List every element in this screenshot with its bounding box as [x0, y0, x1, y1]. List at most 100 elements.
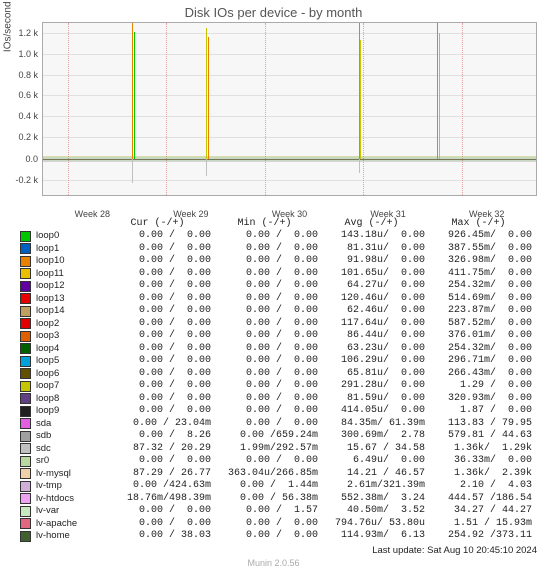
val-max: 1.87 / 0.00: [425, 405, 532, 418]
val-min: 0.00 / 0.00: [211, 268, 318, 281]
val-cur: 0.00 / 0.00: [104, 318, 211, 331]
val-max: 587.52m/ 0.00: [425, 318, 532, 331]
legend-row: loop50.00 / 0.000.00 / 0.00106.29u/ 0.00…: [20, 355, 547, 368]
legend-swatch: [20, 268, 31, 279]
legend-swatch: [20, 243, 31, 254]
val-avg: 15.67 / 34.58: [318, 443, 425, 456]
legend-row: loop90.00 / 0.000.00 / 0.00414.05u/ 0.00…: [20, 405, 547, 418]
val-min: 0.00 / 56.38m: [211, 493, 318, 506]
val-max: 223.87m/ 0.00: [425, 305, 532, 318]
val-cur: 0.00 / 0.00: [104, 368, 211, 381]
legend-row: loop10.00 / 0.000.00 / 0.0081.31u/ 0.003…: [20, 243, 547, 256]
val-min: 1.99m/292.57m: [211, 443, 318, 456]
legend-swatch: [20, 518, 31, 529]
legend-row: loop20.00 / 0.000.00 / 0.00117.64u/ 0.00…: [20, 318, 547, 331]
val-min: 0.00 / 0.00: [211, 293, 318, 306]
val-max: 1.29 / 0.00: [425, 380, 532, 393]
val-max: 254.92 /373.11: [425, 530, 532, 543]
val-cur: 0.00 / 0.00: [104, 343, 211, 356]
legend-name: sr0: [36, 455, 104, 468]
legend-name: lv-apache: [36, 518, 104, 531]
val-min: 0.00 / 0.00: [211, 405, 318, 418]
val-max: 376.01m/ 0.00: [425, 330, 532, 343]
legend-swatch: [20, 381, 31, 392]
x-tick: Week 29: [173, 209, 208, 219]
legend-name: loop4: [36, 343, 104, 356]
val-min: 0.00 / 0.00: [211, 418, 318, 431]
val-max: 514.69m/ 0.00: [425, 293, 532, 306]
val-avg: 414.05u/ 0.00: [318, 405, 425, 418]
legend-name: loop13: [36, 293, 104, 306]
val-avg: 143.18u/ 0.00: [318, 230, 425, 243]
plot-area: 1.2 k1.0 k0.8 k0.6 k0.4 k0.2 k0.0-0.2 k: [42, 22, 537, 196]
legend-name: loop1: [36, 243, 104, 256]
val-avg: 65.81u/ 0.00: [318, 368, 425, 381]
val-avg: 300.69m/ 2.78: [318, 430, 425, 443]
y-axis-ticks: 1.2 k1.0 k0.8 k0.6 k0.4 k0.2 k0.0-0.2 k: [5, 23, 40, 195]
legend-header: Cur (-/+) Min (-/+) Avg (-/+) Max (-/+): [20, 218, 547, 229]
munin-graph: Disk IOs per device - by month IOs/secon…: [0, 0, 547, 563]
legend-row: loop30.00 / 0.000.00 / 0.0086.44u/ 0.003…: [20, 330, 547, 343]
legend-swatch: [20, 331, 31, 342]
legend-swatch: [20, 481, 31, 492]
val-cur: 0.00 /424.63m: [104, 480, 211, 493]
legend-name: lv-mysql: [36, 468, 104, 481]
legend-name: loop12: [36, 280, 104, 293]
y-tick: 0.2 k: [18, 132, 38, 142]
legend-table: Cur (-/+) Min (-/+) Avg (-/+) Max (-/+) …: [20, 218, 547, 543]
val-cur: 0.00 / 8.26: [104, 430, 211, 443]
val-max: 34.27 / 44.27: [425, 505, 532, 518]
legend-name: loop8: [36, 393, 104, 406]
legend-row: loop00.00 / 0.000.00 / 0.00143.18u/ 0.00…: [20, 230, 547, 243]
hdr-cur: Cur (-/+): [104, 218, 211, 229]
val-avg: 101.65u/ 0.00: [318, 268, 425, 281]
val-cur: 0.00 / 0.00: [104, 243, 211, 256]
legend-row: sdc87.32 / 20.291.99m/292.57m15.67 / 34.…: [20, 443, 547, 456]
val-max: 387.55m/ 0.00: [425, 243, 532, 256]
val-max: 254.32m/ 0.00: [425, 343, 532, 356]
legend-row: lv-mysql87.29 / 26.77363.04u/266.85m14.2…: [20, 468, 547, 481]
legend-name: loop6: [36, 368, 104, 381]
val-min: 0.00 / 0.00: [211, 255, 318, 268]
legend-row: loop110.00 / 0.000.00 / 0.00101.65u/ 0.0…: [20, 268, 547, 281]
legend-row: loop140.00 / 0.000.00 / 0.0062.46u/ 0.00…: [20, 305, 547, 318]
legend-swatch: [20, 506, 31, 517]
val-min: 0.00 / 0.00: [211, 380, 318, 393]
last-update: Last update: Sat Aug 10 20:45:10 2024: [0, 545, 537, 556]
val-max: 36.33m/ 0.00: [425, 455, 532, 468]
legend-name: loop2: [36, 318, 104, 331]
val-min: 0.00 / 0.00: [211, 393, 318, 406]
val-avg: 40.50m/ 3.52: [318, 505, 425, 518]
val-avg: 86.44u/ 0.00: [318, 330, 425, 343]
val-min: 363.04u/266.85m: [211, 468, 318, 481]
legend-name: sdc: [36, 443, 104, 456]
val-avg: 291.28u/ 0.00: [318, 380, 425, 393]
val-max: 579.81 / 44.63: [425, 430, 532, 443]
legend-swatch: [20, 431, 31, 442]
val-min: 0.00 / 1.57: [211, 505, 318, 518]
val-min: 0.00 / 0.00: [211, 530, 318, 543]
legend-swatch: [20, 443, 31, 454]
legend-swatch: [20, 456, 31, 467]
legend-row: loop70.00 / 0.000.00 / 0.00291.28u/ 0.00…: [20, 380, 547, 393]
val-avg: 81.31u/ 0.00: [318, 243, 425, 256]
legend-swatch: [20, 368, 31, 379]
legend-name: lv-home: [36, 530, 104, 543]
val-min: 0.00 / 0.00: [211, 330, 318, 343]
legend-row: lv-var0.00 / 0.000.00 / 1.5740.50m/ 3.52…: [20, 505, 547, 518]
legend-row: sdb0.00 / 8.260.00 /659.24m300.69m/ 2.78…: [20, 430, 547, 443]
val-cur: 0.00 / 0.00: [104, 268, 211, 281]
val-cur: 0.00 / 0.00: [104, 380, 211, 393]
val-avg: 6.49u/ 0.00: [318, 455, 425, 468]
val-cur: 0.00 / 0.00: [104, 230, 211, 243]
val-avg: 120.46u/ 0.00: [318, 293, 425, 306]
legend-name: loop11: [36, 268, 104, 281]
legend-swatch: [20, 256, 31, 267]
val-cur: 0.00 / 23.04m: [104, 418, 211, 431]
legend-swatch: [20, 468, 31, 479]
val-min: 0.00 / 0.00: [211, 455, 318, 468]
hdr-max: Max (-/+): [425, 218, 532, 229]
val-cur: 87.29 / 26.77: [104, 468, 211, 481]
legend-swatch: [20, 231, 31, 242]
legend-row: lv-htdocs18.76m/498.39m0.00 / 56.38m552.…: [20, 493, 547, 506]
